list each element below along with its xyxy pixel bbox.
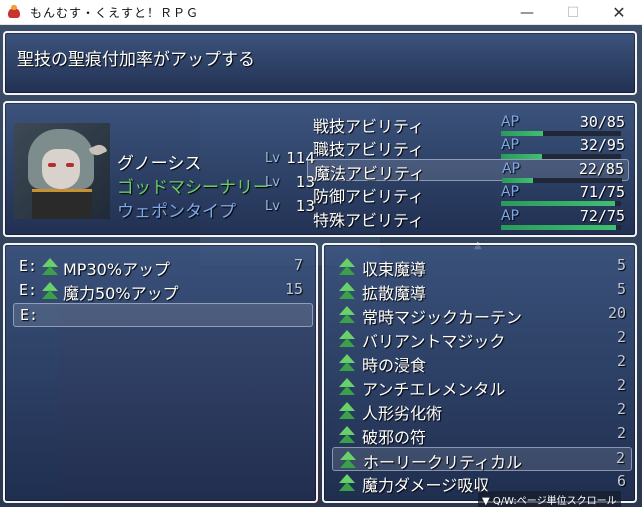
ability-chevron-icon [338, 330, 356, 348]
ability-chevron-icon [338, 426, 356, 444]
equip-slot[interactable]: E: 魔力50%アップ 15 [13, 279, 313, 303]
skill-cost: 2 [616, 424, 626, 442]
maximize-button[interactable]: ☐ [550, 0, 596, 25]
ability-row-defense[interactable]: 防御アビリティ AP 71/75 [307, 183, 629, 206]
list-item[interactable]: バリアントマジック 2 [332, 327, 632, 351]
ability-chevron-icon [41, 258, 59, 276]
skill-name: 破邪の符 [362, 428, 427, 447]
list-item[interactable]: 破邪の符 2 [332, 423, 632, 447]
character-portrait [14, 123, 110, 219]
skill-name: 魔力ダメージ吸収 [362, 476, 490, 495]
ap-label: AP [501, 114, 520, 130]
ability-chevron-icon [339, 451, 357, 469]
list-item[interactable]: 人形劣化術 2 [332, 399, 632, 423]
skill-cost: 2 [615, 449, 625, 467]
equip-prefix: E: [19, 281, 38, 299]
list-item-selected[interactable]: ホーリークリティカル 2 [332, 447, 632, 472]
class-name: ウェポンタイプ [117, 202, 236, 222]
class-row: ゴッドマシーナリー Lv 13 [117, 173, 315, 198]
skill-name: 人形劣化術 [362, 404, 443, 423]
skill-name: バリアントマジック [362, 332, 506, 351]
status-window: グノーシス Lv 114 ゴッドマシーナリー Lv 13 ウェポンタイプ Lv … [3, 101, 637, 237]
ap-value: 32/95 [579, 136, 625, 154]
list-item[interactable]: 時の浸食 2 [332, 351, 632, 375]
close-button[interactable]: ✕ [596, 0, 642, 25]
equip-name: 魔力50%アップ [63, 284, 179, 303]
ap-label: AP [502, 161, 521, 177]
ap-bar [501, 201, 621, 206]
list-item[interactable]: アンチエレメンタル 2 [332, 375, 632, 399]
help-window: 聖技の聖痕付加率がアップする [3, 31, 637, 95]
ap-label: AP [501, 137, 520, 153]
ability-chevron-icon [338, 474, 356, 492]
skill-name: 時の浸食 [362, 356, 427, 375]
equip-name: MP30%アップ [63, 260, 171, 279]
class-row: ウェポンタイプ Lv 13 [117, 197, 315, 222]
list-item[interactable]: 拡散魔導 5 [332, 279, 632, 303]
skill-cost: 2 [616, 376, 626, 394]
ability-row-magic[interactable]: 魔法アビリティ AP 22/85 [307, 159, 629, 183]
window-titlebar: もんむす・くえすと！ＲＰＧ — ☐ ✕ [0, 0, 642, 25]
ability-name: 特殊アビリティ [313, 211, 425, 230]
ability-name: 職技アビリティ [313, 140, 425, 159]
ability-row-job[interactable]: 職技アビリティ AP 32/95 [307, 136, 629, 159]
ability-name: 戦技アビリティ [313, 117, 425, 136]
skill-cost: 2 [616, 328, 626, 346]
ap-label: AP [501, 208, 520, 224]
app-icon [6, 4, 22, 20]
skill-name: 拡散魔導 [362, 284, 427, 303]
equip-cost: 7 [293, 256, 303, 274]
skill-cost: 5 [616, 256, 626, 274]
ability-row-special[interactable]: 特殊アビリティ AP 72/75 [307, 207, 629, 230]
ability-chevron-icon [338, 258, 356, 276]
class-name: グノーシス [117, 154, 202, 174]
ap-value: 72/75 [579, 207, 625, 225]
ability-name: 防御アビリティ [313, 187, 425, 206]
equip-prefix: E: [20, 306, 39, 324]
help-text: 聖技の聖痕付加率がアップする [17, 50, 255, 70]
ap-value: 71/75 [579, 183, 625, 201]
skill-name: 収束魔導 [362, 260, 427, 279]
ap-bar-fill [501, 201, 615, 206]
skill-cost: 2 [616, 400, 626, 418]
skill-cost: 5 [616, 280, 626, 298]
equipped-abilities-window: E: MP30%アップ 7 E: 魔力50%アップ 15 E: [3, 243, 318, 503]
skill-name: 常時マジックカーテン [362, 308, 523, 327]
list-item[interactable]: 収束魔導 5 [332, 255, 632, 279]
ability-name: 魔法アビリティ [314, 164, 426, 183]
ability-chevron-icon [338, 354, 356, 372]
class-row: グノーシス Lv 114 [117, 149, 315, 174]
equip-prefix: E: [19, 257, 38, 275]
ability-list-window: 収束魔導 5 拡散魔導 5 常時マジックカーテン 20 バリアントマジック 2 時の浸食… [322, 243, 637, 503]
window-title: もんむす・くえすと！ＲＰＧ [30, 5, 200, 20]
list-item[interactable]: 常時マジックカーテン 20 [332, 303, 632, 327]
class-name: ゴッドマシーナリー [117, 178, 270, 198]
ability-chevron-icon [338, 402, 356, 420]
equip-cost: 15 [284, 280, 303, 298]
skill-cost: 2 [616, 352, 626, 370]
equip-slot-empty[interactable]: E: [13, 303, 313, 327]
ap-value: 22/85 [578, 160, 624, 178]
ap-bar-fill [501, 225, 617, 230]
ap-label: AP [501, 184, 520, 200]
ability-chevron-icon [338, 306, 356, 324]
minimize-button[interactable]: — [504, 0, 550, 25]
equip-slot[interactable]: E: MP30%アップ 7 [13, 255, 313, 279]
skill-name: アンチエレメンタル [362, 380, 506, 399]
ability-chevron-icon [41, 282, 59, 300]
ability-chevron-icon [338, 282, 356, 300]
scroll-hint: ▼ Q/W:ページ単位スクロール [478, 491, 621, 507]
skill-cost: 6 [616, 472, 626, 490]
skill-name: ホーリークリティカル [363, 453, 523, 472]
ability-chevron-icon [338, 378, 356, 396]
ability-row-combat[interactable]: 戦技アビリティ AP 30/85 [307, 113, 629, 136]
ap-bar [501, 225, 621, 230]
ap-value: 30/85 [579, 113, 625, 131]
game-screen: 聖技の聖痕付加率がアップする グノーシス Lv 114 ゴッドマシーナリー Lv… [0, 25, 642, 507]
skill-cost: 20 [607, 304, 626, 322]
